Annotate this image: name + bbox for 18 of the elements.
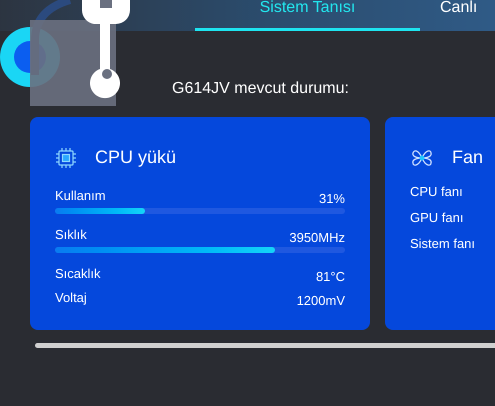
fan-label: CPU fanı [410, 183, 464, 201]
metric-label: Sıcaklık [55, 267, 101, 280]
metric-label: Sıklık [55, 228, 87, 241]
metric-value: 81°C [316, 270, 345, 283]
scrollbar[interactable] [35, 343, 495, 348]
tab[interactable]: Sistem Tanısı [195, 0, 420, 31]
fan-label: GPU fanı [410, 209, 464, 227]
metric-label: Voltaj [55, 291, 87, 304]
card-title: CPU yükü [95, 146, 176, 169]
metric-value: 31% [318, 192, 345, 205]
chip-icon [55, 146, 77, 168]
tab[interactable]: Canlı [420, 0, 478, 31]
card-title: Fan [452, 146, 484, 169]
metric-value: 1200mV [296, 294, 345, 307]
fan-label: Sistem fanı [410, 235, 476, 253]
section-heading: G614JV mevcut durumu: [172, 80, 349, 97]
metric-label: Kullanım [55, 189, 106, 202]
metric-value: 3950MHz [289, 231, 345, 244]
